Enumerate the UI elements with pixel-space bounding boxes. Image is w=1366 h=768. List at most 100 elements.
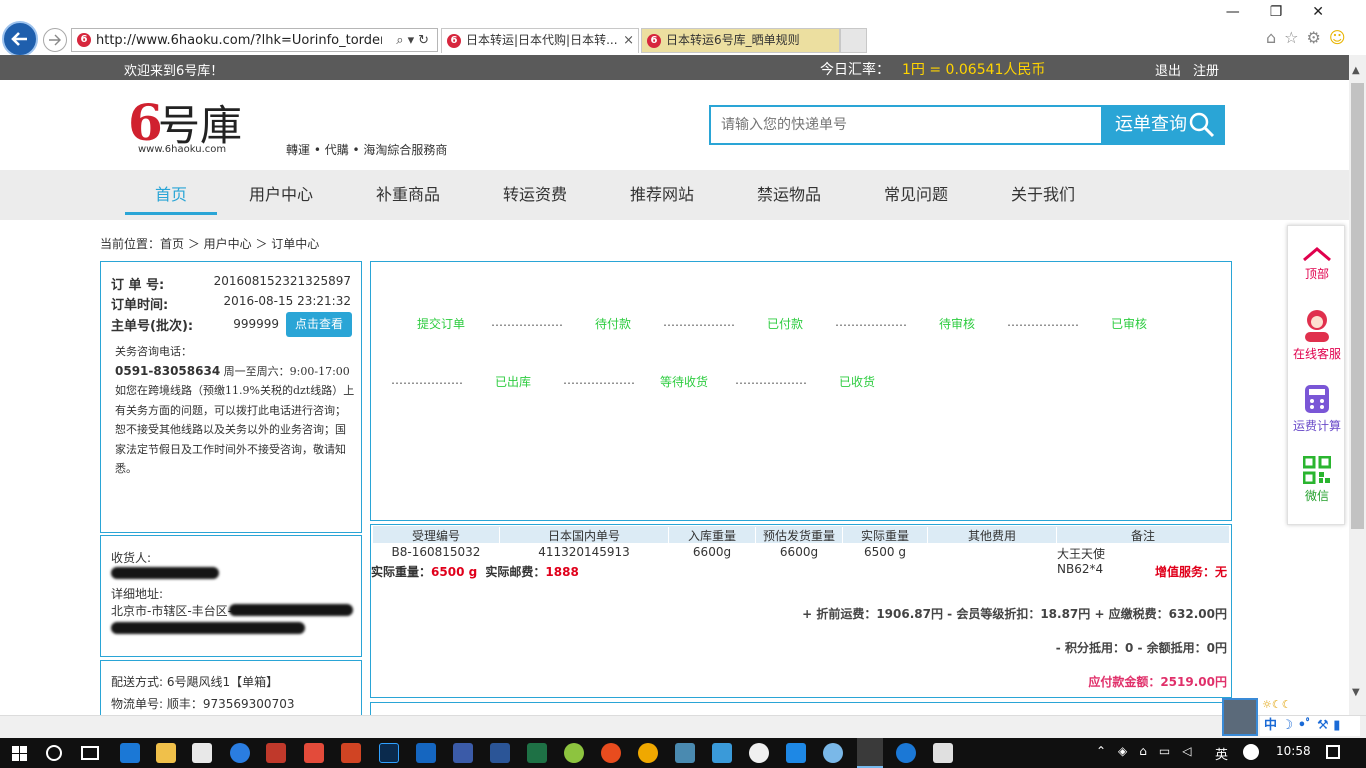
side-label-service: 在线客服 <box>1292 347 1341 361</box>
clock[interactable]: 10:58 <box>1276 744 1311 758</box>
side-label-top: 顶部 <box>1304 267 1329 281</box>
app-bird-icon[interactable] <box>786 743 806 763</box>
receiver-label: 收货人: <box>111 551 152 565</box>
customer-service-icon <box>1305 310 1329 342</box>
nav-shipping-rates[interactable]: 转运资费 <box>489 170 581 220</box>
ime-language[interactable]: 英 <box>1215 744 1228 763</box>
logout-link[interactable]: 退出 <box>1155 60 1181 79</box>
photoshop-icon[interactable] <box>379 743 399 763</box>
freight-calculator-button[interactable]: 运费计算 <box>1288 384 1346 434</box>
browser-status-bar <box>0 715 1366 738</box>
tab-active[interactable]: 6 日本转运|日本代购|日本转... × <box>441 28 639 53</box>
browser-chrome: 6 http://www.6haoku.com/?lhk=Uorinfo_tor… <box>0 0 1366 57</box>
online-service-button[interactable]: 在线客服 <box>1288 308 1346 362</box>
slogan: 轉運 • 代購 • 海淘綜合服務商 <box>286 143 448 157</box>
th-actual-weight: 实际重量 <box>860 529 909 543</box>
excel-icon[interactable] <box>527 743 547 763</box>
search-button-label: 运单查询 <box>1115 114 1187 135</box>
status-step: 已付款 <box>767 317 804 331</box>
calculator-app-icon[interactable] <box>933 743 953 763</box>
welcome-text: 欢迎来到6号库！ <box>124 64 224 79</box>
tab-close-icon[interactable]: × <box>623 29 634 52</box>
tracking-search-button[interactable]: 运单查询 <box>1101 105 1225 145</box>
master-no-label: 主单号(批次): <box>111 319 194 334</box>
app-circle-icon[interactable] <box>896 743 916 763</box>
shipping-method: 配送方式: 6号飓风线1【单箱】 <box>111 675 279 689</box>
input-app-icon[interactable] <box>1243 744 1259 760</box>
browser-app-icon[interactable] <box>230 743 250 763</box>
nav-recommended-sites[interactable]: 推荐网站 <box>616 170 708 220</box>
master-no-value: 999999 <box>233 317 279 331</box>
actual-summary: 实际重量：6500 g 实际邮费：1888 <box>371 563 579 580</box>
edge-icon[interactable] <box>120 743 140 763</box>
app-blue-icon[interactable] <box>712 743 732 763</box>
tracking-number: 物流单号: 顺丰：973569300703 <box>111 697 295 711</box>
tracking-search-input[interactable] <box>711 107 1101 143</box>
tracking-search: 运单查询 <box>709 105 1225 145</box>
value-added-service: 增值服务：无 <box>1154 565 1227 579</box>
app-globe-icon[interactable] <box>823 743 843 763</box>
td-est-weight: 6600g <box>779 545 819 559</box>
app-red-icon[interactable] <box>601 743 621 763</box>
pdf-icon[interactable] <box>304 743 324 763</box>
check-batch-button[interactable]: 点击查看 <box>286 312 352 337</box>
ime-widget[interactable]: ☼☾☾ 中 ☽ •ﾟ ⚒ ▮ <box>1222 698 1366 738</box>
th-other-fees: 其他费用 <box>967 529 1016 543</box>
nav-user-center[interactable]: 用户中心 <box>235 170 327 220</box>
visio-icon[interactable] <box>453 743 473 763</box>
word-icon[interactable] <box>490 743 510 763</box>
register-link[interactable]: 注册 <box>1193 60 1219 79</box>
cortana-icon[interactable] <box>46 745 62 761</box>
new-tab-button[interactable] <box>840 28 867 53</box>
window-controls[interactable]: —❐✕ <box>1226 4 1354 20</box>
nav-prohibited-items[interactable]: 禁运物品 <box>743 170 835 220</box>
nav-home[interactable]: 首页 <box>125 170 217 215</box>
page-scrollbar[interactable]: ▲ ▼ <box>1349 55 1366 715</box>
status-step: 待付款 <box>595 317 632 331</box>
explorer-icon[interactable] <box>156 743 176 763</box>
scroll-down-icon[interactable]: ▼ <box>1352 687 1360 698</box>
search-refresh-icons[interactable]: ⌕▾↻ <box>396 33 433 48</box>
back-button[interactable] <box>2 21 38 57</box>
ime-skin-icons: ☼☾☾ <box>1262 698 1292 711</box>
app-teal-icon[interactable] <box>675 743 695 763</box>
wechat-button[interactable]: 微信 <box>1288 455 1346 504</box>
app-yellow-icon[interactable] <box>638 743 658 763</box>
itunes-icon[interactable] <box>749 743 769 763</box>
toolbar-icons[interactable]: ⌂☆⚙☺ <box>1266 28 1354 47</box>
chevron-up-icon <box>1303 247 1331 262</box>
site-favicon-icon: 6 <box>77 33 91 47</box>
td-in-weight: 6600g <box>692 545 732 559</box>
notification-icon[interactable] <box>1326 745 1340 759</box>
th-remark: 备注 <box>1130 529 1155 543</box>
nav-reweigh-goods[interactable]: 补重商品 <box>362 170 454 220</box>
side-label-wechat: 微信 <box>1304 489 1329 503</box>
scroll-thumb[interactable] <box>1351 83 1364 529</box>
actual-weight-value: 6500 g <box>431 565 478 579</box>
ime-toolbar[interactable]: 中 ☽ •ﾟ ⚒ ▮ <box>1260 716 1360 736</box>
customs-title: 关务咨询电话： <box>115 345 192 358</box>
actual-postage-value: 1888 <box>545 565 579 579</box>
task-view-icon[interactable] <box>81 746 99 760</box>
back-to-top-button[interactable]: 顶部 <box>1288 246 1346 282</box>
scroll-up-icon[interactable]: ▲ <box>1352 65 1360 76</box>
nav-faq[interactable]: 常见问题 <box>870 170 962 220</box>
ie-taskbar-active[interactable] <box>857 738 883 768</box>
receiver-panel: 收货人: 详细地址: 北京市-市辖区-丰台区- <box>100 535 362 657</box>
store-icon[interactable] <box>192 743 212 763</box>
site-topbar: 欢迎来到6号库！ 今日汇率： 1円 = 0.06541人民币 退出 注册 <box>0 55 1349 80</box>
url-text[interactable]: http://www.6haoku.com/?lhk=Uorinfo_torde… <box>96 33 382 48</box>
outlook-icon[interactable] <box>416 743 436 763</box>
system-tray-icons[interactable]: ⌃◈⌂▭◁ <box>1096 744 1203 758</box>
nav-about-us[interactable]: 关于我们 <box>997 170 1089 220</box>
address-redacted-2 <box>111 622 305 634</box>
tab-second[interactable]: 6 日本转运6号库_晒单规则 <box>641 28 840 53</box>
status-step: 待审核 <box>939 317 976 331</box>
address-bar[interactable]: 6 http://www.6haoku.com/?lhk=Uorinfo_tor… <box>71 28 438 52</box>
powerpoint-icon[interactable] <box>341 743 361 763</box>
forward-button[interactable] <box>43 28 67 52</box>
app-green-icon[interactable] <box>564 743 584 763</box>
font-app-icon[interactable] <box>266 743 286 763</box>
qr-code-icon <box>1302 455 1332 485</box>
th-accept-no: 受理编号 <box>411 529 460 543</box>
